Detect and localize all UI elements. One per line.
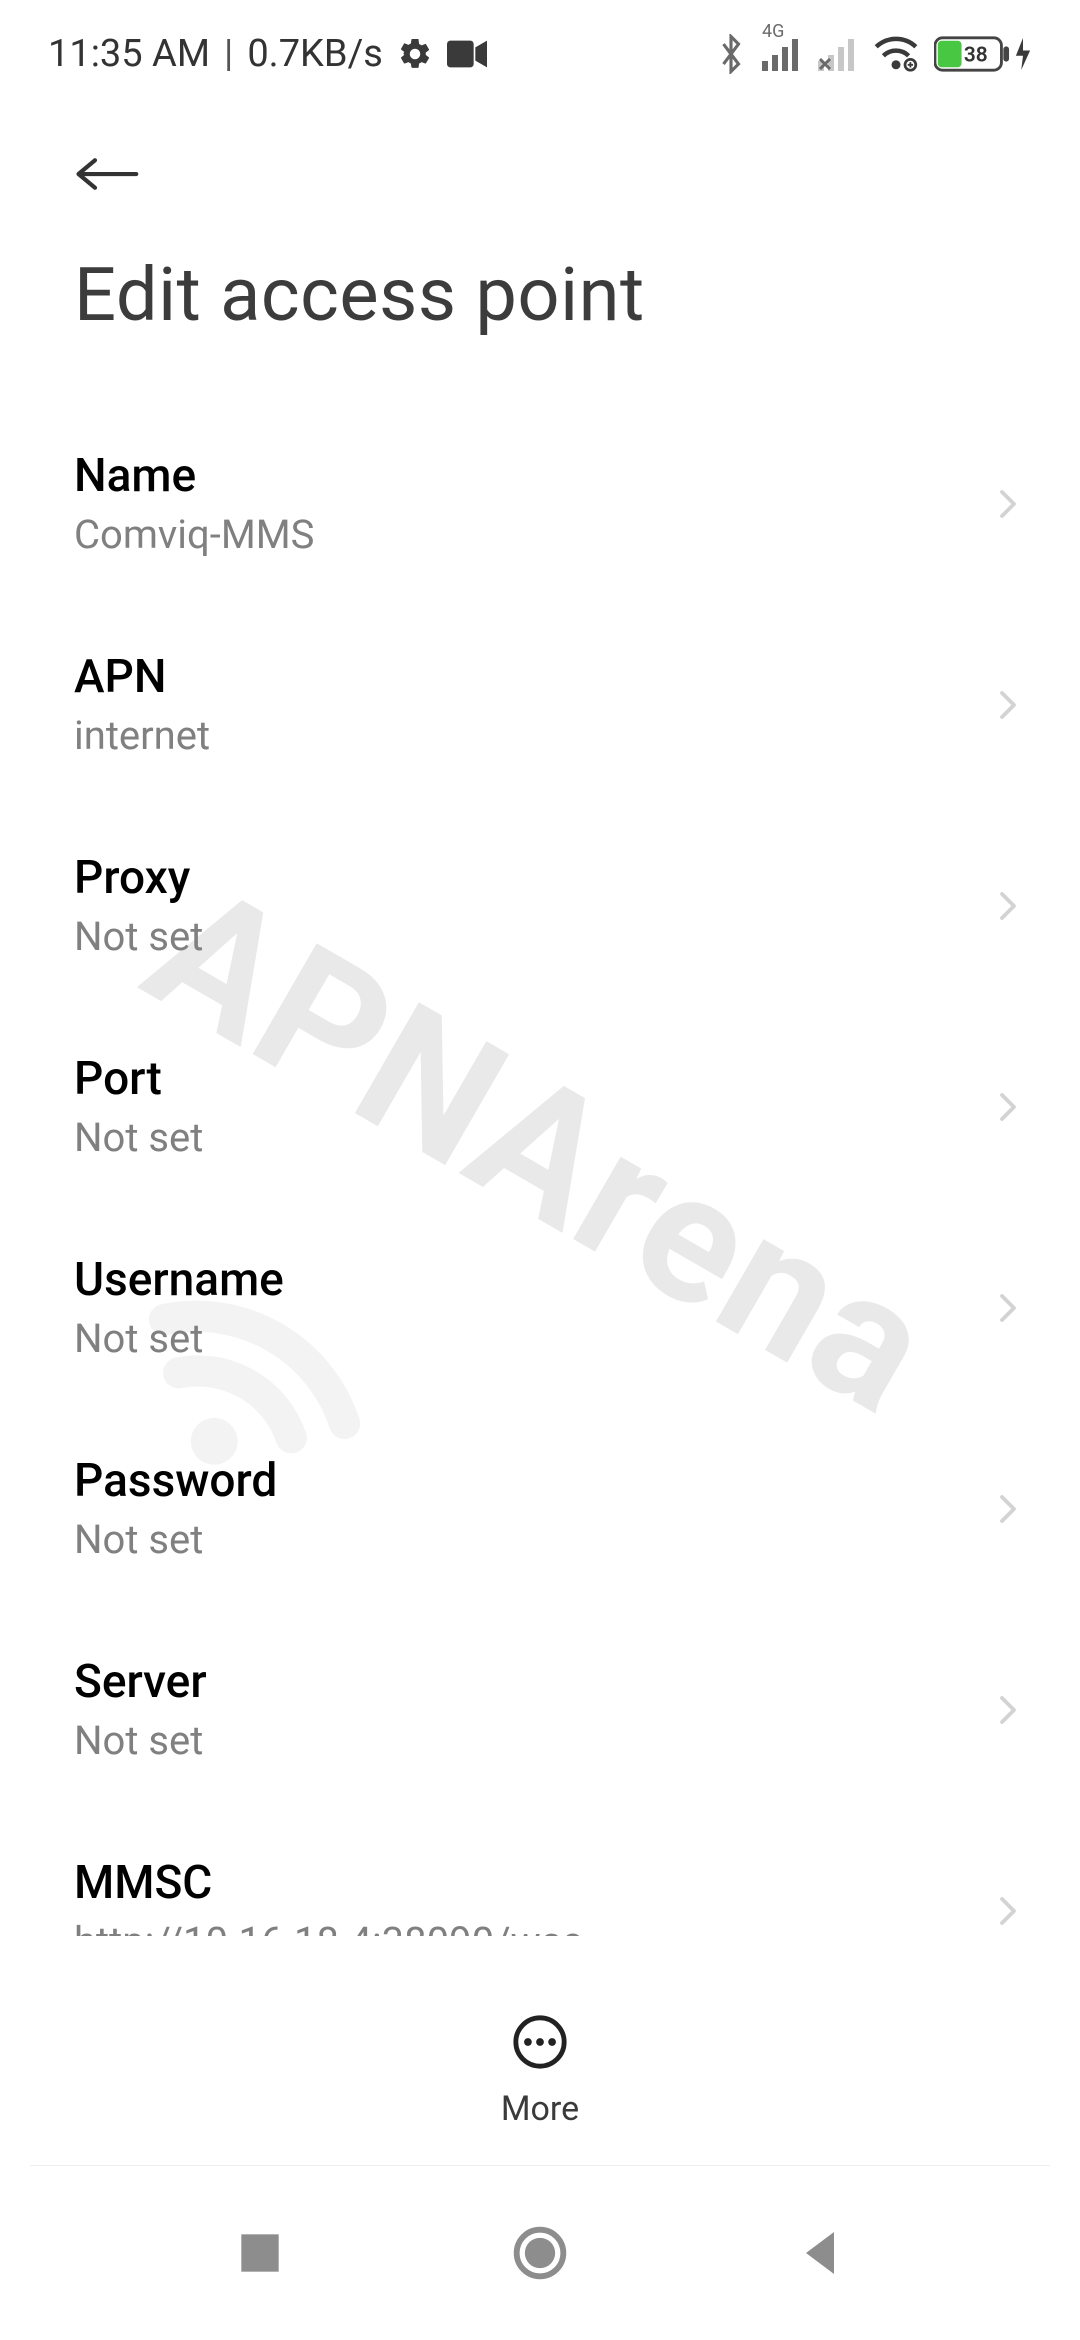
setting-label: Name: [74, 449, 314, 503]
action-bar: More: [0, 1976, 1080, 2166]
nav-back-button[interactable]: [788, 2221, 852, 2285]
navigation-bar: [0, 2166, 1080, 2340]
camera-icon: [447, 40, 487, 68]
status-right: 4G: [716, 34, 1032, 74]
setting-label: Port: [74, 1052, 203, 1106]
chevron-right-icon: [990, 687, 1026, 723]
setting-label: Server: [74, 1655, 207, 1709]
setting-username[interactable]: Username Not set: [0, 1207, 1080, 1408]
chevron-right-icon: [990, 1491, 1026, 1527]
setting-value: Not set: [74, 913, 203, 960]
more-label: More: [501, 2089, 579, 2129]
signal-nosim-icon: [818, 37, 858, 71]
setting-label: MMSC: [74, 1856, 583, 1910]
chevron-right-icon: [990, 1290, 1026, 1326]
wifi-icon: [874, 36, 918, 72]
setting-label: Username: [74, 1253, 284, 1307]
nav-recent-button[interactable]: [228, 2221, 292, 2285]
signal-4g-icon: 4G: [762, 37, 802, 71]
setting-proxy[interactable]: Proxy Not set: [0, 805, 1080, 1006]
chevron-right-icon: [990, 1089, 1026, 1125]
svg-text:38: 38: [964, 44, 988, 68]
more-button[interactable]: More: [501, 2013, 579, 2129]
setting-label: APN: [74, 650, 210, 704]
more-icon: [511, 2013, 569, 2075]
setting-password[interactable]: Password Not set: [0, 1408, 1080, 1609]
chevron-right-icon: [990, 1692, 1026, 1728]
content-fade: [0, 1936, 1080, 1976]
nav-home-button[interactable]: [508, 2221, 572, 2285]
setting-value: Not set: [74, 1114, 203, 1161]
setting-value: Not set: [74, 1315, 284, 1362]
status-time: 11:35 AM: [48, 32, 210, 76]
setting-port[interactable]: Port Not set: [0, 1006, 1080, 1207]
status-divider: |: [224, 32, 233, 76]
chevron-right-icon: [990, 486, 1026, 522]
page-title: Edit access point: [0, 216, 1080, 403]
setting-value: Not set: [74, 1516, 277, 1563]
status-speed: 0.7KB/s: [247, 32, 383, 76]
setting-name[interactable]: Name Comviq-MMS: [0, 403, 1080, 604]
setting-value: Comviq-MMS: [74, 511, 314, 558]
chevron-right-icon: [990, 888, 1026, 924]
setting-value: internet: [74, 712, 210, 759]
battery-icon: 38: [934, 36, 1032, 72]
setting-label: Password: [74, 1454, 277, 1508]
bluetooth-icon: [716, 34, 746, 74]
chevron-right-icon: [990, 1893, 1026, 1929]
back-button[interactable]: [70, 138, 142, 210]
setting-value: Not set: [74, 1717, 207, 1764]
setting-server[interactable]: Server Not set: [0, 1609, 1080, 1810]
setting-label: Proxy: [74, 851, 203, 905]
header: [0, 96, 1080, 216]
settings-icon: [397, 36, 433, 72]
setting-apn[interactable]: APN internet: [0, 604, 1080, 805]
status-bar: 11:35 AM | 0.7KB/s 4G: [0, 0, 1080, 96]
status-left: 11:35 AM | 0.7KB/s: [48, 32, 487, 76]
